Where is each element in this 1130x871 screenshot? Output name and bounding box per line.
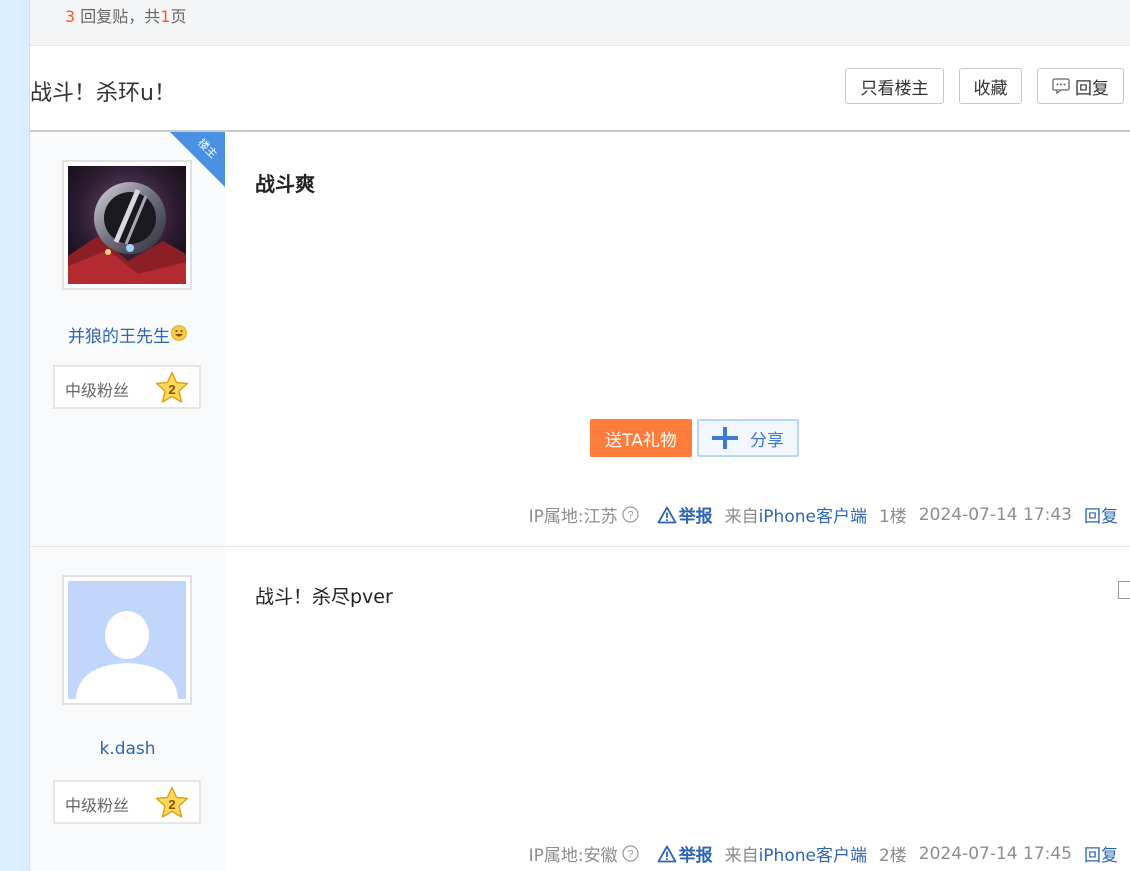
report-label: 举报 [678,507,713,527]
reply-stats: 3 回复贴，共1页 [65,3,187,27]
svg-text:?: ? [627,849,633,861]
post-tail: IP属地:江苏 ? 举报 来自iPhone客户端 1楼 2024-07-14 1… [528,502,1118,528]
question-icon[interactable]: ? [621,845,639,862]
favorite-button[interactable]: 收藏 [959,68,1022,104]
username-text: k.dash [99,739,156,759]
floor-number: 1楼 [878,507,907,527]
floor-number: 2楼 [878,846,907,866]
ip-location: IP属地:安徽 [528,846,618,866]
smile-icon [171,325,187,341]
send-gift-label: 送TA礼物 [605,430,677,451]
reply-stats-text: 回复贴，共 [80,7,161,26]
avatar[interactable] [62,575,192,705]
share-plus-icon [712,427,738,449]
fan-level-badge[interactable]: 中级粉丝 2 [53,365,201,409]
thread-title: 战斗！杀环u！ [30,81,176,106]
thread-stats-bar: 3 回复贴，共1页 [30,0,1130,46]
dropdown-icon[interactable] [1118,581,1130,599]
warning-icon [657,506,676,523]
post-tail: IP属地:安徽 ? 举报 来自iPhone客户端 2楼 2024-07-14 1… [528,841,1118,867]
default-avatar-image [68,581,186,699]
author-panel: k.dash 中级粉丝 2 [30,547,225,871]
left-sidebar-strip [0,0,30,871]
level-label: 中级粉丝 [65,381,130,400]
page-count: 1 [160,7,171,26]
username-text: 并狼的王先生 [68,327,170,347]
reply-link[interactable]: 回复 [1084,502,1118,527]
username[interactable]: 并狼的王先生 [30,322,225,347]
question-icon[interactable]: ? [621,506,639,523]
level-star-icon: 2 [155,371,189,403]
post-time: 2024-07-14 17:45 [918,843,1072,864]
reply-button-label: 回复 [1075,78,1109,99]
post-time: 2024-07-14 17:43 [918,504,1072,525]
report-link[interactable]: 举报 [657,502,713,527]
reply-button[interactable]: 回复 [1037,68,1124,104]
only-op-label: 只看楼主 [860,78,929,99]
level-number: 2 [168,797,175,812]
fan-level-badge[interactable]: 中级粉丝 2 [53,780,201,824]
favorite-label: 收藏 [973,78,1008,99]
post-floor-1: 楼主 并狼的王先生 中级粉丝 2 战斗爽 送TA礼物 分享 IP属地:江苏 ? … [30,132,1130,547]
op-badge: 楼主 [170,132,225,187]
share-button[interactable]: 分享 [697,419,799,457]
send-gift-button[interactable]: 送TA礼物 [590,419,692,457]
reply-count: 3 [65,7,76,26]
reply-link[interactable]: 回复 [1084,841,1118,866]
ip-location: IP属地:江苏 [528,507,618,527]
post-content: 战斗！杀尽pver [255,586,393,608]
report-link[interactable]: 举报 [657,841,713,866]
source-prefix: 来自 [724,846,759,866]
avatar-image [68,166,186,284]
thread-header: 战斗！杀环u！ 只看楼主 收藏 回复 [30,46,1130,132]
report-label: 举报 [678,846,713,866]
post-source: 来自iPhone客户端 [725,841,867,866]
source-prefix: 来自 [724,507,759,527]
level-star-icon: 2 [155,786,189,818]
warning-icon [657,845,676,862]
svg-text:?: ? [627,510,633,522]
reply-icon [1052,78,1070,94]
page-unit: 页 [170,7,187,26]
username[interactable]: k.dash [30,739,225,759]
level-number: 2 [168,382,175,397]
author-panel: 楼主 并狼的王先生 中级粉丝 2 [30,132,225,546]
post-source: 来自iPhone客户端 [725,502,867,527]
only-op-button[interactable]: 只看楼主 [845,68,944,104]
client-link[interactable]: iPhone客户端 [759,846,867,866]
post-floor-2: k.dash 中级粉丝 2 战斗！杀尽pver IP属地:安徽 ? 举报 来自i… [30,547,1130,871]
level-label: 中级粉丝 [65,796,130,815]
share-label: 分享 [750,430,784,451]
client-link[interactable]: iPhone客户端 [759,507,867,527]
post-content: 战斗爽 [255,172,315,196]
